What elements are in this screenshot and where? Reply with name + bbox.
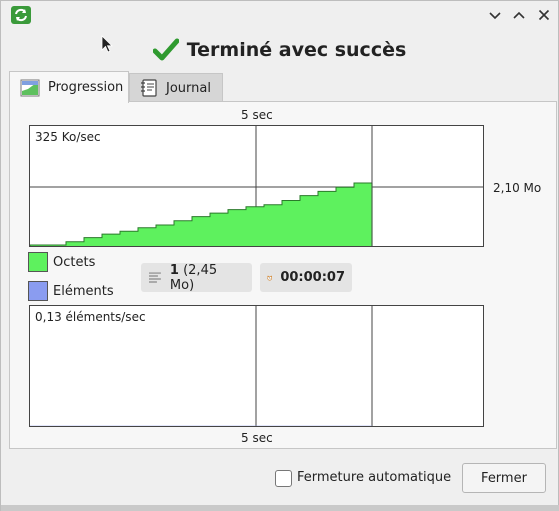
chevron-down-icon xyxy=(489,12,501,20)
bytes-rate-graph xyxy=(30,126,483,246)
items-rate-chart: 0,13 éléments/sec xyxy=(29,305,484,427)
progress-chart-icon xyxy=(20,79,40,96)
items-chart-time-caption: 5 sec xyxy=(241,431,273,445)
bytes-area-step xyxy=(300,195,319,246)
legend-items-swatch xyxy=(28,281,48,301)
items-rate-graph xyxy=(30,306,373,426)
window-shadow xyxy=(1,505,559,511)
bytes-area-step xyxy=(228,209,247,246)
elapsed-time-summary: 00:00:07 xyxy=(260,263,352,292)
notebook-icon xyxy=(141,79,157,97)
bytes-area-step xyxy=(156,225,175,246)
bytes-area-step xyxy=(354,183,373,246)
files-summary: 1 (2,45 Mo) xyxy=(141,262,252,293)
bytes-total-label: 2,10 Mo xyxy=(493,181,542,195)
tab-journal[interactable]: Journal xyxy=(129,73,223,102)
bytes-area-step xyxy=(318,191,337,246)
bytes-rate-label: 325 Ko/sec xyxy=(35,130,101,144)
minimize-button[interactable] xyxy=(487,7,503,23)
copy-dialog-window: Terminé avec succès Progression Journal … xyxy=(0,0,559,511)
bytes-area-step xyxy=(282,200,301,246)
bytes-area-step xyxy=(210,213,229,246)
close-icon xyxy=(538,9,550,21)
bytes-rate-chart: 325 Ko/sec xyxy=(29,125,484,247)
bytes-area-step xyxy=(192,216,211,246)
tab-progression-label: Progression xyxy=(48,80,124,95)
files-count: 1 xyxy=(169,262,179,278)
bytes-area-step xyxy=(120,231,139,246)
bytes-area-step xyxy=(84,237,103,246)
status-header: Terminé avec succès xyxy=(1,37,558,67)
close-window-button[interactable] xyxy=(536,7,552,23)
title-bar xyxy=(1,1,558,29)
file-list-icon xyxy=(148,271,161,283)
legend-bytes-label: Octets xyxy=(53,255,96,270)
items-rate-label: 0,13 éléments/sec xyxy=(35,310,146,324)
bytes-area-step xyxy=(138,227,157,246)
bytes-area-step xyxy=(264,204,283,246)
legend-bytes-swatch xyxy=(28,252,48,272)
close-button[interactable]: Fermer xyxy=(462,463,546,493)
chevron-up-icon xyxy=(513,11,525,19)
tab-journal-label: Journal xyxy=(166,80,211,96)
maximize-button[interactable] xyxy=(511,7,527,23)
bytes-area-step xyxy=(102,234,121,246)
auto-close-checkbox[interactable] xyxy=(275,470,292,487)
auto-close-label[interactable]: Fermeture automatique xyxy=(297,470,451,485)
tab-progression[interactable]: Progression xyxy=(9,71,129,103)
alarm-clock-icon xyxy=(267,275,272,281)
status-text: Terminé avec succès xyxy=(186,39,407,61)
bytes-area-step xyxy=(66,241,85,246)
bytes-area-series xyxy=(30,182,373,246)
legend-items-label: Eléments xyxy=(53,284,114,299)
elapsed-time: 00:00:07 xyxy=(280,270,345,285)
checkmark-icon xyxy=(152,38,179,61)
bytes-area-step xyxy=(174,220,193,246)
sync-arrows-icon xyxy=(11,6,31,24)
bytes-area-step xyxy=(336,187,355,246)
bytes-area-step xyxy=(246,206,265,246)
progression-panel: 5 sec 325 Ko/sec 2,10 Mo Octets Eléments… xyxy=(9,101,557,449)
bytes-chart-time-caption: 5 sec xyxy=(241,108,273,122)
